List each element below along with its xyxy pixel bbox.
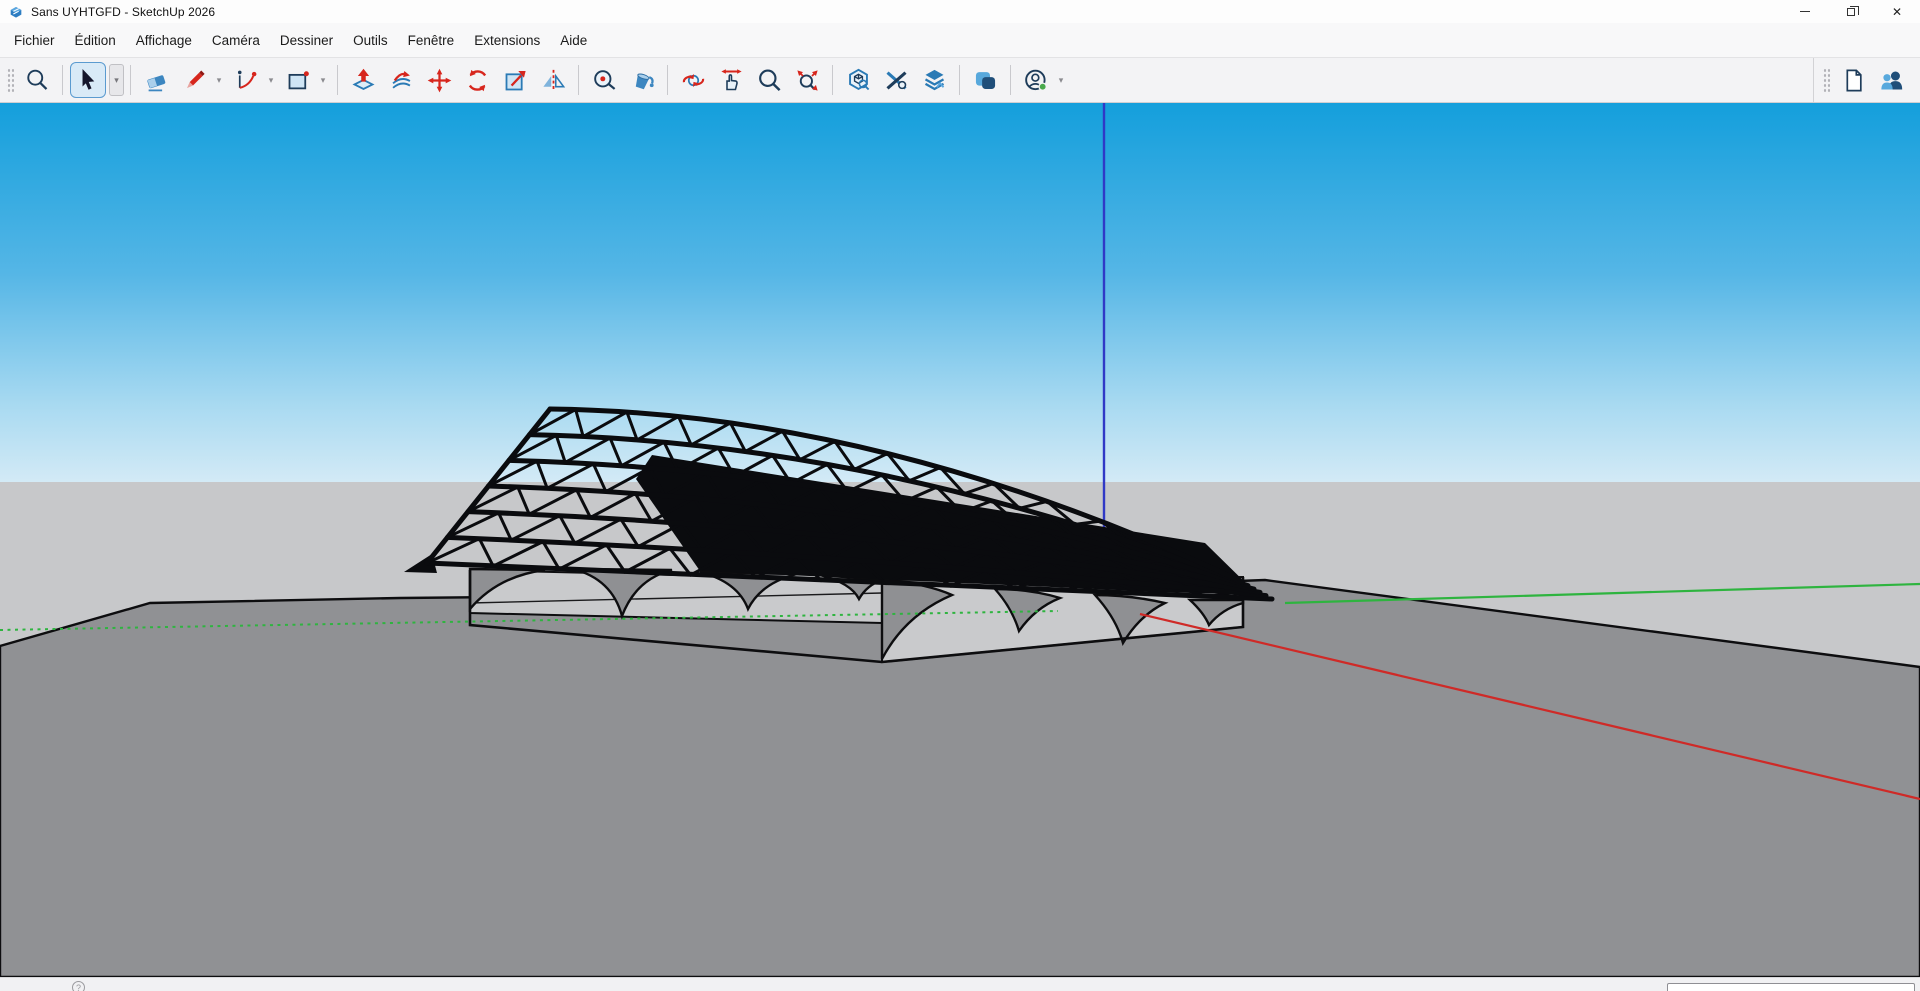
scale-button[interactable]: [497, 62, 533, 98]
followme-button[interactable]: [383, 62, 419, 98]
measurements-input[interactable]: [1667, 983, 1915, 991]
select-dropdown[interactable]: ▾: [109, 64, 124, 96]
flip-icon: [540, 67, 567, 94]
sketchup-logo-icon: [8, 4, 24, 20]
account-button[interactable]: [1018, 62, 1054, 98]
restore-icon: [1847, 8, 1855, 16]
menu-camera[interactable]: Caméra: [202, 27, 270, 54]
pencil-dropdown[interactable]: ▾: [213, 75, 225, 86]
toolbar-separator: [337, 65, 338, 95]
paint-bucket-button[interactable]: [624, 62, 660, 98]
zoom-button[interactable]: [751, 62, 787, 98]
toolbar-separator: [667, 65, 668, 95]
rectangle-button[interactable]: [280, 62, 316, 98]
zoom-icon: [756, 67, 783, 94]
rotate-button[interactable]: [459, 62, 495, 98]
toolbar-separator: [62, 65, 63, 95]
arc-button[interactable]: [228, 62, 264, 98]
title-bar: Sans UYHTGFD - SketchUp 2026 ✕: [0, 0, 1920, 23]
chat-icon: [972, 67, 999, 94]
warehouse-3d-button[interactable]: [840, 62, 876, 98]
menu-aide[interactable]: Aide: [550, 27, 597, 54]
chat-button[interactable]: [967, 62, 1003, 98]
orbit-icon: [680, 67, 707, 94]
layers-button[interactable]: [916, 62, 952, 98]
rectangle-icon: [285, 67, 312, 94]
close-button[interactable]: ✕: [1874, 0, 1920, 23]
toolbar-separator: [130, 65, 131, 95]
model-scene: [0, 103, 1920, 977]
account-dropdown[interactable]: ▾: [1055, 75, 1067, 86]
account-icon: [1023, 67, 1050, 94]
extension-warehouse-button[interactable]: [878, 62, 914, 98]
zoom-extents-button[interactable]: [789, 62, 825, 98]
main-toolbar: ▾ ▾ ▾ ▾ ▾: [0, 57, 1920, 103]
menu-extensions[interactable]: Extensions: [464, 27, 550, 54]
move-button[interactable]: [421, 62, 457, 98]
select-button[interactable]: [70, 62, 106, 98]
status-bar: ?: [0, 977, 1920, 991]
toolbar-separator: [1010, 65, 1011, 95]
toolbar-grip[interactable]: [1822, 67, 1830, 93]
toolbar-separator: [959, 65, 960, 95]
layers-icon: [921, 67, 948, 94]
pencil-button[interactable]: [176, 62, 212, 98]
toolbar-grip[interactable]: [6, 67, 14, 93]
window-title: Sans UYHTGFD - SketchUp 2026: [31, 5, 215, 19]
extension-warehouse-icon: [883, 67, 910, 94]
menu-fenetre[interactable]: Fenêtre: [398, 27, 465, 54]
menu-affichage[interactable]: Affichage: [126, 27, 202, 54]
eraser-button[interactable]: [138, 62, 174, 98]
pushpull-button[interactable]: [345, 62, 381, 98]
warehouse-3d-icon: [845, 67, 872, 94]
rectangle-dropdown[interactable]: ▾: [317, 75, 329, 86]
tape-measure-icon: [591, 67, 618, 94]
select-icon: [75, 67, 102, 94]
minimize-icon: [1800, 11, 1810, 12]
restore-button[interactable]: [1828, 0, 1874, 23]
arc-dropdown[interactable]: ▾: [265, 75, 277, 86]
minimize-button[interactable]: [1782, 0, 1828, 23]
menu-edition[interactable]: Édition: [65, 27, 126, 54]
collaborators-icon: [1878, 67, 1905, 94]
collaborators-button[interactable]: [1873, 62, 1909, 98]
sky: [0, 103, 1920, 482]
arc-icon: [233, 67, 260, 94]
eraser-icon: [143, 67, 170, 94]
help-icon[interactable]: ?: [72, 981, 85, 991]
close-icon: ✕: [1892, 6, 1902, 18]
pan-button[interactable]: [713, 62, 749, 98]
move-icon: [426, 67, 453, 94]
followme-icon: [388, 67, 415, 94]
toolbar-separator: [578, 65, 579, 95]
flip-button[interactable]: [535, 62, 571, 98]
new-document-icon: [1840, 67, 1867, 94]
pushpull-icon: [350, 67, 377, 94]
menu-dessiner[interactable]: Dessiner: [270, 27, 343, 54]
tape-measure-button[interactable]: [586, 62, 622, 98]
paint-bucket-icon: [629, 67, 656, 94]
menu-outils[interactable]: Outils: [343, 27, 398, 54]
rotate-icon: [464, 67, 491, 94]
right-toolbar: [1813, 58, 1920, 102]
search-icon: [24, 67, 51, 94]
menu-bar: FichierÉditionAffichageCaméraDessinerOut…: [0, 23, 1920, 57]
pencil-icon: [181, 67, 208, 94]
scale-icon: [502, 67, 529, 94]
search-button[interactable]: [19, 62, 55, 98]
pan-icon: [718, 67, 745, 94]
orbit-button[interactable]: [675, 62, 711, 98]
new-document-button[interactable]: [1835, 62, 1871, 98]
toolbar-separator: [832, 65, 833, 95]
drawing-viewport[interactable]: [0, 103, 1920, 977]
zoom-extents-icon: [794, 67, 821, 94]
menu-fichier[interactable]: Fichier: [4, 27, 65, 54]
